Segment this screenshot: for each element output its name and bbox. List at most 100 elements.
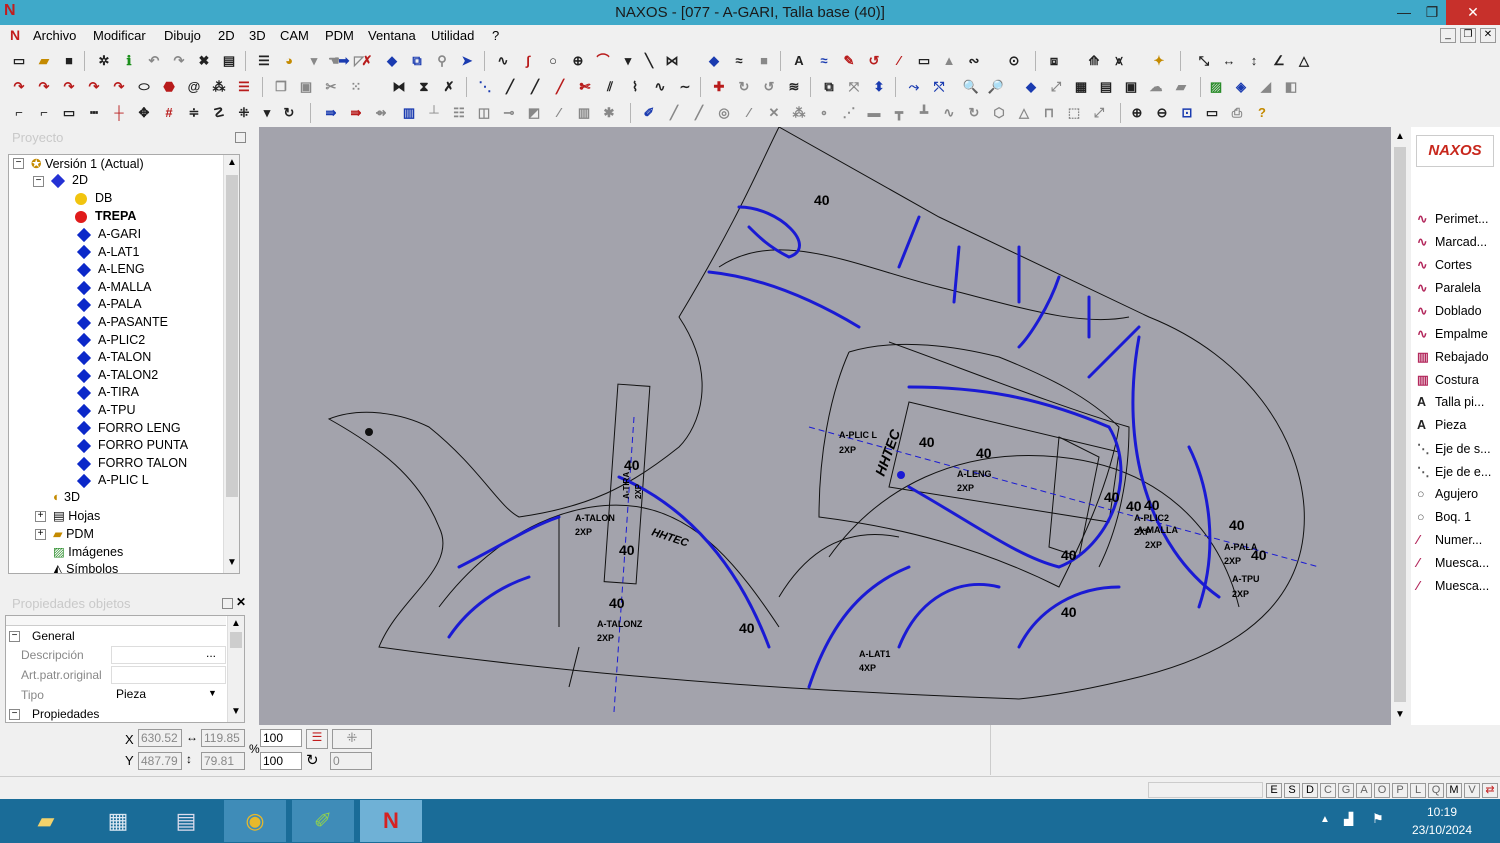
link-icon[interactable]: ⤢ [1047,78,1065,96]
properties-icon[interactable]: ▤ [220,52,238,70]
transfer-icon[interactable]: ⇛ [322,104,340,122]
tree-2d[interactable]: 2D [50,173,88,188]
tree-piece[interactable]: FORRO LENG [76,421,181,436]
up-down-icon[interactable]: ⬍ [870,78,888,96]
doc-restore-button[interactable]: ❐ [1460,28,1476,43]
tree-piece[interactable]: A-LAT1 [76,245,139,260]
pin-icon[interactable]: ✚ [710,78,728,96]
hook-icon[interactable]: ↺ [865,52,883,70]
properties-scrollbar[interactable]: ▲ ▼ [227,616,244,722]
stitch-icon[interactable]: ┅ [85,104,103,122]
tree-trepa[interactable]: TREPA [75,209,136,223]
undo-icon[interactable]: ↶ [145,52,163,70]
properties-close-icon[interactable]: ✕ [236,595,246,609]
tool-item[interactable]: ⁄ Muesca... [1417,579,1489,593]
menu-utilidad[interactable]: Utilidad [431,28,474,43]
doc-close-button[interactable]: ✕ [1480,28,1496,43]
drop-icon[interactable]: ⬣ [160,78,178,96]
tool-item[interactable]: ∿ Perimet... [1417,211,1489,226]
grading-icon[interactable]: ⟰ [1085,52,1103,70]
tree-piece[interactable]: FORRO PUNTA [76,438,188,453]
needle-icon[interactable]: ╱ [551,78,569,96]
minimize-button[interactable]: — [1390,0,1418,25]
text-icon[interactable]: A [790,52,808,70]
tree-3d[interactable]: ◐ 3D [53,490,80,504]
columns-icon[interactable]: ◫ [475,104,493,122]
slant-icon[interactable]: ⁄ [740,104,758,122]
bar-2-icon[interactable]: ┳ [890,104,908,122]
zoom-out-icon[interactable]: 🔎 [987,78,1005,96]
close-button[interactable]: ✕ [1446,0,1500,25]
tree-piece[interactable]: FORRO TALON [76,456,187,471]
shoe-icon[interactable]: ◢ [1257,78,1275,96]
image-icon[interactable]: ▨ [1207,78,1225,96]
bezier-icon[interactable]: ∫ [519,52,537,70]
collapse-propiedades-icon[interactable]: − [9,709,20,720]
arrow-right-icon[interactable]: ➡ [335,52,353,70]
tree-piece[interactable]: A-MALLA [76,280,152,295]
rotate-1-icon[interactable]: ↻ [735,78,753,96]
redo-icon[interactable]: ↷ [170,52,188,70]
settings-gear-icon[interactable]: ✲ [95,52,113,70]
tree-piece[interactable]: A-PLIC2 [76,333,145,348]
tool-item[interactable]: ▥ Costura [1417,372,1479,387]
arc-icon[interactable]: ⌒ [594,52,612,70]
new-file-icon[interactable]: ▭ [10,52,28,70]
cross-mark-icon[interactable]: ┼ [110,104,128,122]
pattern-drawing[interactable]: 40 40 40 40 40 40 40 40 40 40 40 40 40 4… [259,126,1391,725]
offset-line-icon[interactable]: ⫽ [601,78,619,96]
height-field[interactable]: 79.81 [201,752,245,770]
menu-modificar[interactable]: Modificar [93,28,146,43]
width-icon[interactable]: ↔ [1220,52,1238,70]
stack-icon[interactable]: ◧ [1282,78,1300,96]
scroll-down-icon[interactable]: ▼ [227,557,237,568]
tree-scrollbar[interactable]: ▲ ▼ [223,155,239,573]
tree-pdm[interactable]: ▰ PDM [53,526,94,541]
scatter-icon[interactable]: ⁂ [210,78,228,96]
menu-3d[interactable]: 3D [249,28,266,43]
save-icon[interactable]: ■ [60,52,78,70]
tool-item[interactable]: ∿ Paralela [1417,280,1481,295]
line-dropdown-icon[interactable]: ▾ [619,52,637,70]
naxos-taskbar-icon[interactable]: N [360,800,422,842]
snap-button[interactable]: ⁜ [332,729,372,749]
status-sync-icon[interactable]: ⇄ [1482,783,1498,798]
triangle-icon[interactable]: △ [1295,52,1313,70]
zoom-minus-icon[interactable]: ⊖ [1153,104,1171,122]
diamond-icon[interactable]: ◆ [705,52,723,70]
line-2-icon[interactable]: ╱ [526,78,544,96]
collapse-general-icon[interactable]: − [9,631,20,642]
line-1-icon[interactable]: ╱ [501,78,519,96]
table-icon[interactable]: ▤ [1097,78,1115,96]
project-panel-pin-icon[interactable] [235,132,246,143]
tool-item[interactable]: A Pieza [1417,418,1466,432]
ortho-line-2-icon[interactable]: ╱ [690,104,708,122]
info-icon[interactable]: ℹ [120,52,138,70]
pattern-diamond-icon[interactable]: ◆ [1022,78,1040,96]
printer-icon[interactable]: ⎙ [1228,104,1246,122]
tool-item[interactable]: ▥ Rebajado [1417,349,1489,364]
status-toggle[interactable]: S [1284,783,1300,798]
ladder-icon[interactable]: ☷ [450,104,468,122]
canvas-scroll-thumb[interactable] [1394,147,1406,702]
bar-icon[interactable]: ▬ [865,104,883,122]
pointer-icon[interactable]: ➤ [458,52,476,70]
angle-field[interactable]: 0 [330,752,372,770]
status-toggle[interactable]: Q [1428,783,1444,798]
zoom-window-icon[interactable]: ⊡ [1178,104,1196,122]
move-arrows-icon[interactable]: ✥ [135,104,153,122]
tool-item[interactable]: ∿ Empalme [1417,326,1488,341]
signal-icon[interactable]: ▟ [1344,812,1353,826]
rotate-2-icon[interactable]: ↺ [760,78,778,96]
scale-icon[interactable]: ⤧ [845,78,863,96]
ruler-3-icon[interactable]: ▭ [1203,104,1221,122]
clock-date[interactable]: 23/10/2024 [1400,823,1484,837]
status-toggle[interactable]: M [1446,783,1462,798]
folder-grey-icon[interactable]: ▰ [1172,78,1190,96]
parallel-cut-icon[interactable]: # [160,104,178,122]
circle-icon[interactable]: ○ [544,52,562,70]
bracket-icon[interactable]: ⊓ [1040,104,1058,122]
arc-tool-2-icon[interactable]: ↷ [35,78,53,96]
tree-imagenes[interactable]: ▨ Imágenes [53,544,123,559]
arc-tool-4-icon[interactable]: ↷ [85,78,103,96]
